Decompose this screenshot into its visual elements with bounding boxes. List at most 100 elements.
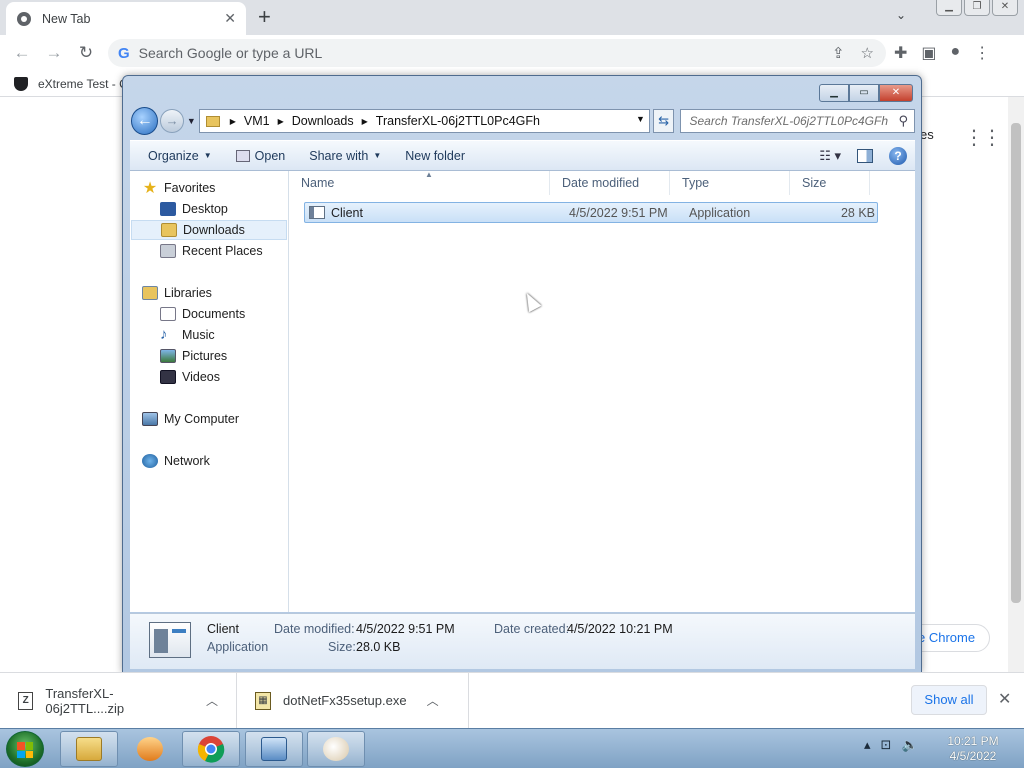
application-icon <box>235 149 250 162</box>
close-icon[interactable]: ✕ <box>879 84 913 102</box>
scrollbar-thumb[interactable] <box>1011 123 1021 603</box>
forward-arrow-icon[interactable]: → <box>38 43 70 63</box>
breadcrumb-transferxl[interactable]: TransferXL-06j2TTL0Pc4GFh <box>376 114 540 128</box>
details-date-created: 4/5/2022 10:21 PM <box>567 622 673 636</box>
close-download-bar-icon[interactable]: ✕ <box>998 689 1011 709</box>
nav-label: Documents <box>182 307 246 321</box>
side-panel-icon[interactable]: ▣ <box>921 43 936 63</box>
share-icon[interactable]: ⇪ <box>832 44 845 62</box>
details-date-modified: 4/5/2022 9:51 PM <box>356 622 455 636</box>
close-icon[interactable]: ✕ <box>992 0 1018 16</box>
folder-icon <box>76 737 102 761</box>
search-input[interactable]: Search TransferXL-06j2TTL0Pc4GFh ⚲ <box>680 109 915 133</box>
download-item[interactable]: ▦ dotNetFx35setup.exe ︿ <box>237 672 469 729</box>
breadcrumb-separator-icon[interactable]: ▶ <box>278 117 284 126</box>
preview-pane-icon[interactable] <box>857 149 873 163</box>
recent-pages-chevron-icon[interactable]: ▼ <box>187 116 196 126</box>
chevron-up-icon[interactable]: ︿ <box>427 692 439 709</box>
nav-label: Desktop <box>182 202 228 216</box>
nav-libraries[interactable]: Libraries <box>142 283 300 303</box>
forward-arrow-icon[interactable]: → <box>160 109 184 133</box>
images-link[interactable]: es <box>920 127 934 142</box>
taskbar-media-player-button[interactable] <box>121 731 179 767</box>
tab-new-tab[interactable]: New Tab ✕ <box>6 2 246 35</box>
extensions-icon[interactable]: ✚ <box>894 43 907 63</box>
start-button[interactable] <box>6 731 44 767</box>
minimize-icon[interactable]: ▁ <box>936 0 962 16</box>
back-arrow-icon[interactable]: ← <box>131 107 159 135</box>
taskbar-control-panel-button[interactable] <box>245 731 303 767</box>
page-scrollbar[interactable] <box>1008 97 1024 672</box>
volume-icon[interactable]: 🔈 <box>901 737 917 753</box>
sort-ascending-icon: ▲ <box>425 170 433 179</box>
network-icon <box>142 454 158 468</box>
change-view-icon[interactable]: ☷ ▾ <box>819 148 841 164</box>
media-player-icon <box>137 737 163 761</box>
libraries-icon <box>142 286 158 300</box>
restore-icon[interactable]: ❐ <box>964 0 990 16</box>
nav-my-computer[interactable]: My Computer <box>142 409 300 429</box>
close-tab-icon[interactable]: ✕ <box>224 10 236 27</box>
chrome-icon <box>17 11 31 26</box>
open-label: Open <box>254 148 286 163</box>
column-header-size[interactable]: Size <box>790 171 870 195</box>
address-row: ← → ▼ ▶ VM1 ▶ Downloads ▶ TransferXL-06j… <box>131 107 915 135</box>
omnibox[interactable]: G Search Google or type a URL ⇪ ☆ <box>108 39 886 67</box>
help-icon[interactable]: ? <box>889 147 907 165</box>
command-bar: Organize ▼ Open Share with ▼ New folder ☷ … <box>130 140 915 171</box>
address-dropdown-icon[interactable]: ▼ <box>636 114 645 124</box>
pictures-icon <box>160 349 176 363</box>
taskbar-chrome-button[interactable] <box>182 731 240 767</box>
nav-downloads[interactable]: Downloads <box>131 220 287 240</box>
download-filename: TransferXL-06j2TTL....zip <box>45 685 125 716</box>
computer-icon <box>142 412 158 426</box>
nav-label: Libraries <box>164 286 212 300</box>
nav-network[interactable]: Network <box>142 451 300 471</box>
profile-avatar-icon[interactable]: ● <box>951 43 961 63</box>
address-bar[interactable]: ▶ VM1 ▶ Downloads ▶ TransferXL-06j2TTL0P… <box>198 109 650 133</box>
taskbar-clock[interactable]: 10:21 PM 4/5/2022 <box>938 734 1008 764</box>
nav-label: Videos <box>182 370 220 384</box>
breadcrumb-separator-icon[interactable]: ▶ <box>230 117 236 126</box>
chrome-toolbar: ← → ↻ G Search Google or type a URL ⇪ ☆ … <box>0 35 1024 71</box>
bookmark-star-icon[interactable]: ☆ <box>861 44 874 62</box>
column-header-name[interactable]: ▲ Name <box>289 170 550 195</box>
file-list-pane: ▲ Name Date modified Type Size Client 4/… <box>289 170 915 612</box>
show-all-downloads-button[interactable]: Show all <box>911 685 987 715</box>
chrome-menu-icon[interactable]: ⋮ <box>974 43 990 63</box>
tab-search-icon[interactable]: ⌄ <box>896 8 906 22</box>
breadcrumb-vm1[interactable]: VM1 <box>244 114 270 128</box>
show-hidden-icons-icon[interactable]: ▴ <box>864 737 871 753</box>
column-label: Date modified <box>562 176 640 190</box>
taskbar-paint-button[interactable] <box>307 731 365 767</box>
explorer-window: ▁ ▭ ✕ ← → ▼ ▶ VM1 ▶ Downloads ▶ Transfer… <box>122 75 922 673</box>
maximize-icon[interactable]: ▭ <box>849 84 879 102</box>
column-label: Type <box>682 176 710 190</box>
details-date-modified-label: Date modified: <box>274 622 355 636</box>
share-with-button[interactable]: Share with ▼ <box>297 149 393 163</box>
shield-icon <box>14 76 28 91</box>
minimize-icon[interactable]: ▁ <box>819 84 849 102</box>
file-row[interactable]: Client 4/5/2022 9:51 PM Application 28 K… <box>304 202 878 223</box>
windows-logo-icon <box>17 742 33 758</box>
open-button[interactable]: Open <box>224 149 298 163</box>
taskbar-explorer-button[interactable] <box>60 731 118 767</box>
column-header-date-modified[interactable]: Date modified <box>550 171 670 195</box>
organize-button[interactable]: Organize ▼ <box>130 149 224 163</box>
chevron-up-icon[interactable]: ︿ <box>206 692 218 709</box>
reload-icon[interactable]: ↻ <box>70 43 102 63</box>
breadcrumb-downloads[interactable]: Downloads <box>292 114 354 128</box>
breadcrumb-separator-icon[interactable]: ▶ <box>362 117 368 126</box>
new-folder-button[interactable]: New folder <box>393 149 477 163</box>
network-status-icon[interactable]: ⊡ <box>881 737 892 753</box>
new-tab-button[interactable]: + <box>258 5 271 29</box>
bookmark-extreme-test[interactable]: eXtreme Test - C <box>38 77 128 91</box>
search-icon[interactable]: ⚲ <box>898 113 908 129</box>
column-header-type[interactable]: Type <box>670 171 790 195</box>
refresh-icon[interactable]: ⇆ <box>652 109 675 133</box>
download-item[interactable]: Z TransferXL-06j2TTL....zip ︿ <box>0 672 237 729</box>
file-type: Application <box>689 205 751 220</box>
details-pane: Client Application Date modified: 4/5/20… <box>130 613 915 669</box>
nav-favorites[interactable]: ★ Favorites <box>142 178 300 198</box>
back-arrow-icon[interactable]: ← <box>6 43 38 63</box>
